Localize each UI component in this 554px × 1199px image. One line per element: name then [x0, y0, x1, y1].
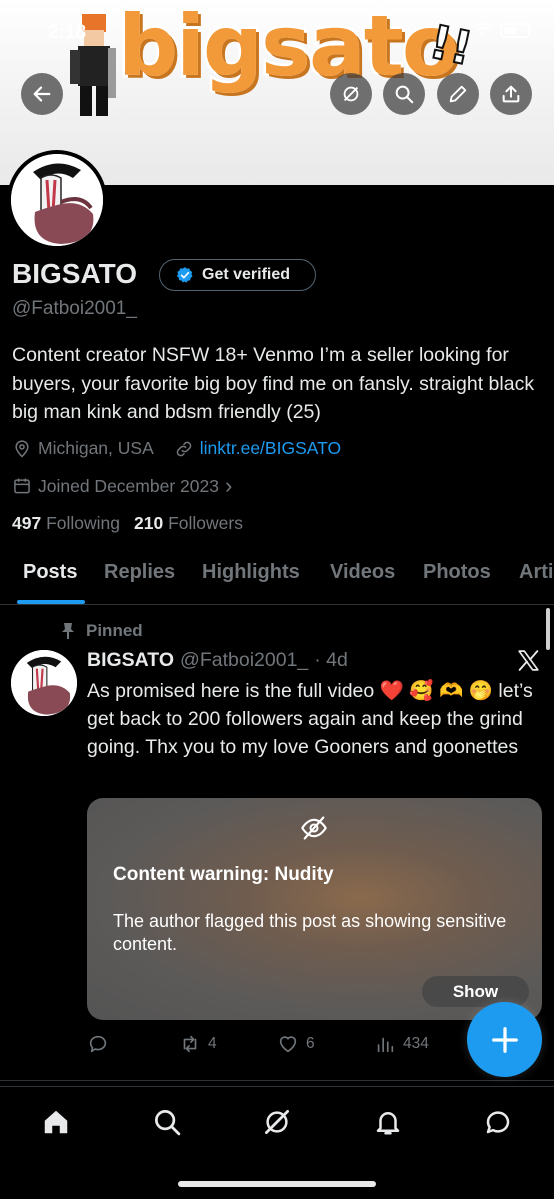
tab-photos[interactable]: Photos	[423, 561, 491, 584]
bell-icon	[376, 1112, 400, 1135]
reply-button[interactable]	[87, 1033, 109, 1055]
following-count: 497	[12, 513, 42, 533]
profile-tabs: Posts Replies Highlights Videos Photos A…	[0, 553, 554, 605]
pin-icon	[62, 623, 74, 639]
sensitive-media-card[interactable]: Content warning: Nudity The author flagg…	[87, 798, 542, 1020]
nav-messages[interactable]	[481, 1105, 515, 1139]
post-text: As promised here is the full video ❤️ 🥰 …	[87, 680, 533, 758]
following-label: Following	[46, 513, 121, 533]
content-warning-text: The author flagged this post as showing …	[113, 911, 507, 954]
profile-bio: Content creator NSFW 18+ Venmo I’m a sel…	[12, 344, 535, 423]
like-button[interactable]: 6	[277, 1033, 315, 1055]
wifi-icon	[472, 22, 492, 36]
x-logo-icon	[518, 650, 539, 671]
grok-button[interactable]	[330, 73, 372, 115]
avatar-image	[11, 650, 77, 716]
repost-icon	[183, 1035, 197, 1053]
profile-link[interactable]: linktr.ee/BIGSATO	[200, 438, 341, 459]
edit-button[interactable]	[437, 73, 479, 115]
nav-grok[interactable]	[260, 1105, 294, 1139]
back-button[interactable]	[21, 73, 63, 115]
followers-link[interactable]: 210 Followers	[134, 513, 243, 534]
reply-icon	[89, 1035, 107, 1053]
views-button[interactable]: 434	[374, 1033, 429, 1055]
home-icon	[44, 1110, 68, 1134]
link-icon	[176, 441, 192, 456]
search-icon	[155, 1110, 181, 1136]
post-author-name[interactable]: BIGSATO	[87, 649, 174, 672]
follow-counts: 497 Following 210 Followers	[12, 513, 243, 534]
post-divider	[0, 1080, 554, 1081]
messages-icon	[486, 1111, 510, 1134]
status-time: 2:18	[48, 22, 87, 43]
profile-location: Michigan, USA	[38, 438, 154, 458]
repost-button[interactable]: 4	[179, 1033, 217, 1055]
content-warning-title: Content warning: Nudity	[113, 864, 334, 885]
post-header: BIGSATO @Fatboi2001_ · 4d	[87, 649, 348, 672]
calendar-icon	[14, 478, 30, 494]
followers-label: Followers	[168, 513, 243, 533]
heart-icon	[279, 1036, 297, 1053]
share-button[interactable]	[490, 73, 532, 115]
post-author-handle[interactable]: @Fatboi2001_	[180, 649, 308, 672]
search-button[interactable]	[383, 73, 425, 115]
get-verified-button[interactable]: Get verified	[159, 259, 316, 291]
share-icon	[502, 85, 520, 103]
hidden-eye-icon	[301, 816, 327, 840]
search-icon	[395, 85, 414, 104]
views-icon	[377, 1037, 394, 1053]
post-time: · 4d	[314, 649, 348, 671]
battery-icon	[500, 22, 530, 38]
views-count: 434	[403, 1035, 429, 1052]
profile-avatar[interactable]	[7, 150, 107, 250]
tab-replies[interactable]: Replies	[104, 561, 175, 584]
scrollbar[interactable]	[546, 608, 550, 650]
repost-count: 4	[208, 1035, 217, 1052]
grok-icon	[265, 1110, 289, 1134]
post-author-avatar[interactable]	[11, 650, 77, 716]
post-actions: 4 6 434	[87, 1033, 447, 1059]
verified-badge-icon	[176, 267, 193, 283]
like-count: 6	[306, 1035, 315, 1052]
display-name: BIGSATO	[12, 258, 137, 289]
following-link[interactable]: 497 Following	[12, 513, 120, 534]
home-indicator[interactable]	[178, 1181, 376, 1187]
pinned-label: Pinned	[86, 621, 143, 640]
profile-joined: Joined December 2023	[38, 475, 219, 496]
profile-joined-row: Joined December 2023 ›	[12, 473, 232, 499]
tab-articles[interactable]: Arti	[519, 561, 553, 584]
plus-icon	[491, 1026, 518, 1053]
tab-videos[interactable]: Videos	[330, 561, 395, 584]
profile-meta-row: Michigan, USA linktr.ee/BIGSATO	[12, 438, 341, 459]
tab-highlights[interactable]: Highlights	[202, 561, 300, 584]
compose-button[interactable]	[467, 1002, 542, 1077]
get-verified-label: Get verified	[202, 266, 291, 283]
joined-chevron-icon[interactable]: ›	[225, 473, 232, 499]
edit-icon	[449, 85, 467, 103]
nav-search[interactable]	[150, 1105, 184, 1139]
active-tab-indicator	[17, 600, 85, 604]
followers-count: 210	[134, 513, 164, 533]
profile-handle: @Fatboi2001_	[12, 298, 137, 319]
nav-home[interactable]	[39, 1105, 73, 1139]
back-arrow-icon	[33, 86, 51, 102]
tab-posts[interactable]: Posts	[23, 561, 77, 584]
nav-notifications[interactable]	[371, 1105, 405, 1139]
status-icons	[472, 22, 530, 38]
pinned-indicator: Pinned	[60, 621, 143, 641]
avatar-image	[11, 154, 103, 246]
grok-icon	[343, 86, 359, 102]
location-pin-icon	[15, 439, 29, 458]
